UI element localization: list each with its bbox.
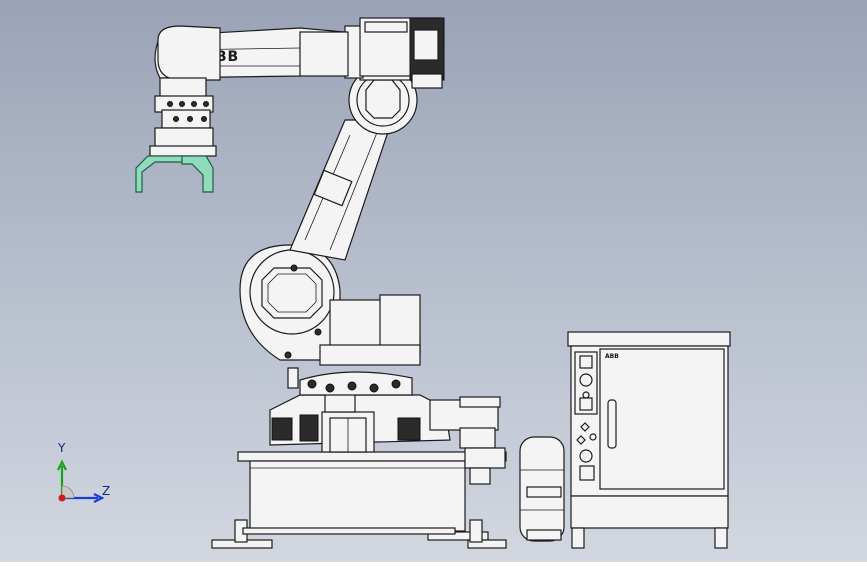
cad-viewport[interactable]: .m{fill:#f4f4f4;stroke:#1b1b1b;stroke-wi… xyxy=(0,0,867,562)
shoulder-housing[interactable] xyxy=(239,244,421,366)
gripper[interactable] xyxy=(135,155,214,193)
robot-base[interactable] xyxy=(211,451,507,549)
controller-brand-logo: ABB xyxy=(605,353,619,360)
controller-cabinet[interactable]: ABB xyxy=(567,331,731,549)
z-axis-label: Z xyxy=(102,484,111,498)
gripper-finger-left[interactable] xyxy=(135,155,186,193)
controller-fan-unit[interactable] xyxy=(519,436,565,542)
y-axis-label: Y xyxy=(58,441,66,455)
gripper-finger-right[interactable] xyxy=(181,155,214,193)
wrist-head[interactable] xyxy=(149,25,221,157)
triad-origin xyxy=(58,494,66,502)
cabinet-door-handle[interactable] xyxy=(607,399,617,449)
robot-turntable[interactable] xyxy=(269,367,451,453)
lower-arm[interactable] xyxy=(289,119,393,272)
